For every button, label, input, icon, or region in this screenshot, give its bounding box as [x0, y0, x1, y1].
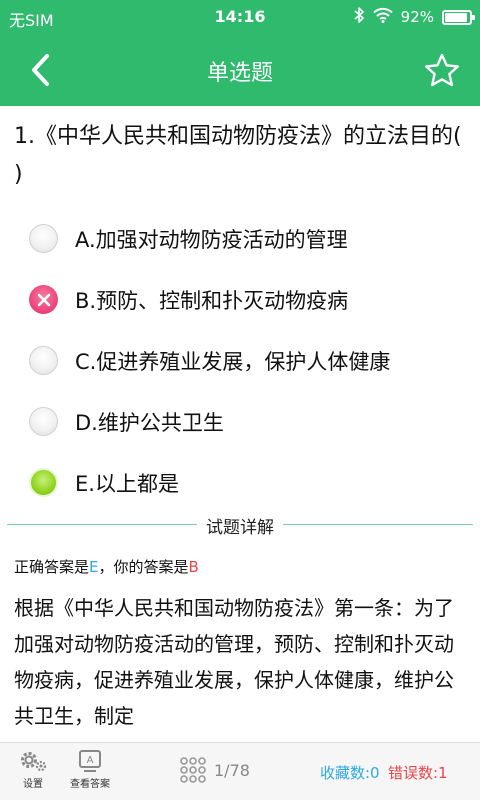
radio-unselected-icon	[29, 224, 58, 253]
option-b[interactable]: B.预防、控制和扑灭动物疫病	[0, 269, 480, 330]
question-text: 1.《中华人民共和国动物防疫法》的立法目的( )	[14, 124, 462, 187]
radio-unselected-icon	[29, 407, 58, 436]
nav-bar: 单选题	[0, 34, 480, 106]
battery-percent: 92%	[400, 8, 434, 26]
detail-title-text: 试题详解	[197, 518, 283, 538]
radio-unselected-icon	[29, 346, 58, 375]
detail-section-title: 试题详解	[0, 513, 480, 538]
answer-summary: 正确答案是E，你的答案是B	[14, 556, 199, 577]
favorites-count: 收藏数:0	[320, 764, 380, 782]
status-bar: 无SIM 14:16 92%	[0, 0, 480, 34]
errors-count: 错误数:1	[388, 764, 448, 782]
settings-button[interactable]: 设置	[18, 749, 48, 790]
option-c[interactable]: C.促进养殖业发展，保护人体健康	[0, 330, 480, 391]
battery-level	[445, 12, 467, 22]
option-e[interactable]: E.以上都是	[0, 452, 480, 513]
star-outline-icon	[425, 53, 459, 87]
correct-answer-value: E	[89, 558, 99, 576]
grid-icon	[180, 757, 206, 783]
option-label: C.促进养殖业发展，保护人体健康	[75, 349, 391, 374]
gear-icon	[21, 752, 47, 772]
settings-label: 设置	[23, 779, 43, 790]
option-list: A.加强对动物防疫活动的管理 B.预防、控制和扑灭动物疫病 C.促进养殖业发展，…	[0, 208, 480, 513]
view-answer-button[interactable]: A 查看答案	[70, 749, 110, 790]
view-answer-label: 查看答案	[70, 779, 110, 790]
option-label: E.以上都是	[75, 471, 179, 496]
option-a[interactable]: A.加强对动物防疫活动的管理	[0, 208, 480, 269]
your-answer-value: B	[188, 558, 199, 576]
svg-text:A: A	[87, 755, 94, 766]
status-icons: 92%	[353, 6, 475, 28]
page-indicator: 1/78	[214, 760, 250, 780]
correct-mark-icon	[29, 468, 58, 497]
favorite-button[interactable]	[422, 50, 462, 90]
explanation-text: 根据《中华人民共和国动物防疫法》第一条：为了加强对动物防疫活动的管理，预防、控制…	[14, 596, 454, 728]
wrong-mark-icon	[29, 285, 58, 314]
option-label: B.预防、控制和扑灭动物疫病	[75, 288, 349, 313]
battery-icon	[442, 9, 475, 25]
bluetooth-icon	[353, 6, 365, 28]
question-index-button[interactable]: 1/78	[180, 757, 250, 783]
correct-answer-prefix: 正确答案是	[14, 558, 90, 576]
bottom-toolbar: 设置 A 查看答案 1/78 收藏数:0 错误数:1	[0, 742, 480, 800]
your-answer-prefix: ，你的答案是	[98, 558, 189, 576]
answer-card-icon: A	[79, 750, 101, 772]
option-d[interactable]: D.维护公共卫生	[0, 391, 480, 452]
option-label: A.加强对动物防疫活动的管理	[75, 227, 348, 252]
wifi-icon	[372, 7, 393, 27]
option-label: D.维护公共卫生	[75, 410, 224, 435]
page-title: 单选题	[206, 61, 273, 86]
